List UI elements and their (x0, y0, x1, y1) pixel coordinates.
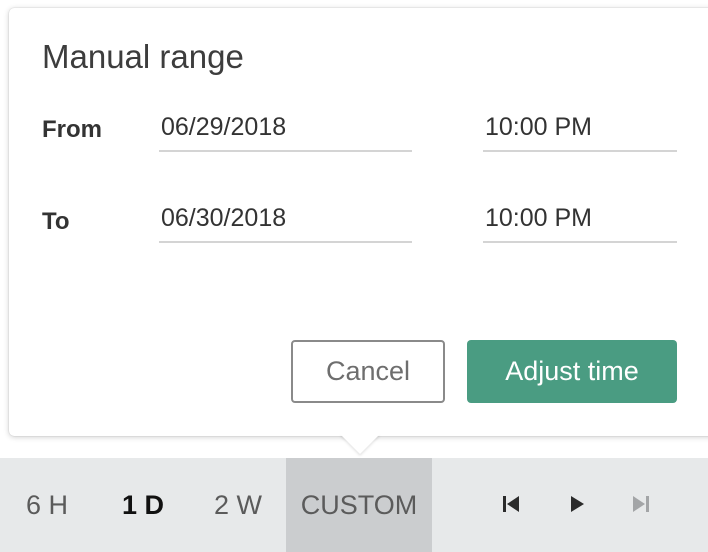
play-icon[interactable] (561, 488, 593, 520)
to-time-input[interactable] (483, 195, 677, 241)
adjust-time-button[interactable]: Adjust time (467, 340, 677, 403)
time-range-widget: Manual range From To Cancel Adjust time … (0, 0, 708, 552)
range-custom-button[interactable]: CUSTOM (286, 458, 432, 552)
to-date-input[interactable] (159, 195, 412, 241)
skip-to-end-icon[interactable] (625, 488, 657, 520)
range-2w-button[interactable]: 2 W (202, 458, 274, 552)
popup-title: Manual range (42, 38, 244, 75)
range-6h-button[interactable]: 6 H (14, 458, 80, 552)
popup-caret (340, 434, 380, 454)
time-range-toolbar: 6 H 1 D 2 W CUSTOM (0, 458, 708, 552)
to-date-field[interactable] (159, 195, 412, 243)
from-time-input[interactable] (483, 104, 677, 150)
skip-to-start-icon[interactable] (495, 488, 527, 520)
from-date-input[interactable] (159, 104, 412, 150)
from-date-field[interactable] (159, 104, 412, 152)
cancel-button[interactable]: Cancel (291, 340, 445, 403)
range-1d-button[interactable]: 1 D (108, 458, 178, 552)
manual-range-popup: Manual range From To Cancel Adjust time (9, 8, 708, 436)
to-time-field[interactable] (483, 195, 677, 243)
from-time-field[interactable] (483, 104, 677, 152)
to-label: To (42, 208, 70, 235)
from-label: From (42, 116, 102, 143)
